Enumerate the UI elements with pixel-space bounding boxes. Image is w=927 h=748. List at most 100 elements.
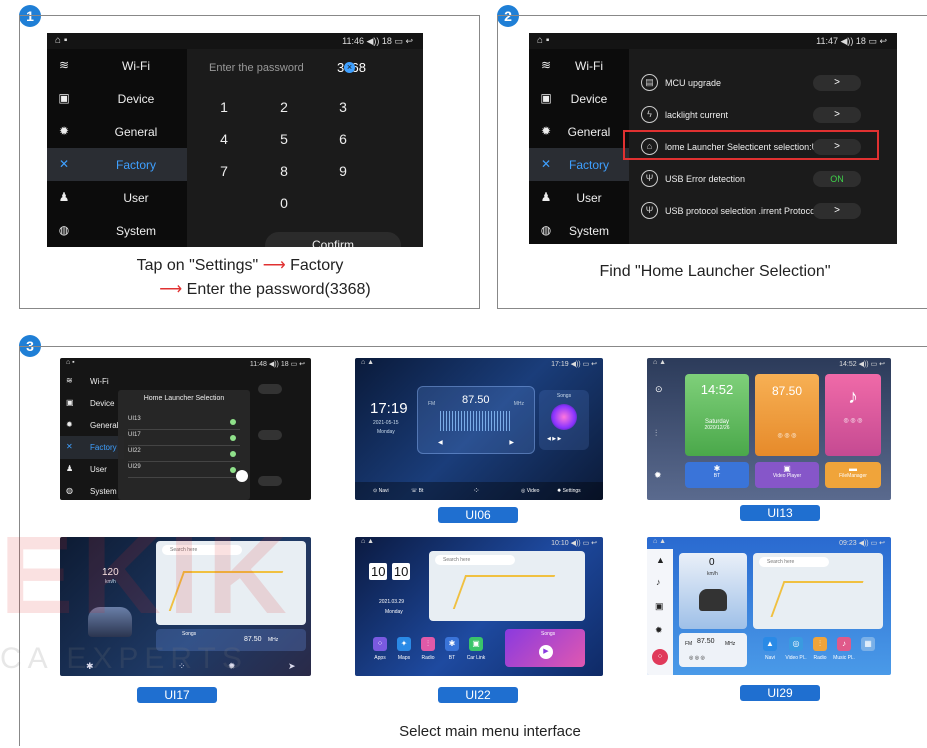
eq-icon[interactable]: ⫶	[655, 428, 657, 439]
key-5[interactable]: 5	[269, 131, 299, 147]
option-ui22[interactable]: UI22	[128, 448, 240, 462]
apps-icon[interactable]: ⁘	[373, 637, 387, 651]
sidebar-item-wifi[interactable]: ≋ Wi-Fi	[60, 370, 124, 393]
ui13-preview[interactable]: ⌂ ▲ 14:52 ◀)) ▭ ↩ ⊙ ⫶ ✹ 14:52 Saturday 20…	[647, 358, 891, 500]
home-icon[interactable]: ⌂ ▪	[537, 35, 549, 46]
maps-icon[interactable]: ✦	[397, 637, 411, 651]
video-app-icon[interactable]: ◎	[789, 637, 803, 651]
option-ui29[interactable]: UI29	[128, 464, 240, 478]
tiktok-icon[interactable]: ♪	[656, 577, 661, 587]
touch-pointer-icon	[236, 470, 248, 482]
key-7[interactable]: 7	[209, 163, 239, 179]
map-widget[interactable]: Search here	[753, 553, 883, 629]
search-bar[interactable]: Search here	[435, 555, 515, 565]
sidebar-item-system[interactable]: ◍ System	[529, 214, 629, 244]
bt-tile[interactable]: ✱ BT	[685, 462, 749, 488]
music-tile[interactable]: ♪ ◎ ◎ ◎	[825, 374, 881, 456]
radio-controls-icon: ◎ ◎ ◎	[689, 655, 705, 661]
music-widget[interactable]: Songs ◀ ▶ ▶	[539, 390, 589, 450]
radio-controls-icon: ◎ ◎ ◎	[777, 433, 797, 439]
radio-icon[interactable]: ⫶	[421, 637, 435, 651]
back-icon[interactable]: ↩	[405, 36, 413, 46]
sidebar-item-general[interactable]: ✹ General	[47, 115, 187, 148]
file-manager-tile[interactable]: ▬ FileManager	[825, 462, 881, 488]
apps-grid-icon[interactable]: ⁘	[473, 486, 480, 495]
music-app-icon[interactable]: ♪	[837, 637, 851, 651]
ui22-preview[interactable]: ⌂ ▲ 10:10 ◀)) ▭ ↩ 10 10 2021.03.29 Monday…	[355, 537, 603, 676]
key-4[interactable]: 4	[209, 131, 239, 147]
device-icon: ▣	[540, 91, 552, 105]
sidebar-item-general[interactable]: ✹ General	[60, 414, 124, 437]
navigation-icon[interactable]: ▲	[656, 555, 665, 565]
toggle-switch[interactable]: ON	[813, 171, 861, 187]
radio-widget[interactable]: FM 87.50 MHz ◀ ▶	[417, 386, 535, 454]
chevron-right-icon[interactable]: >	[813, 107, 861, 123]
back-icon[interactable]: ↩	[879, 36, 887, 46]
map-route	[452, 575, 556, 609]
option-ui13[interactable]: UI13	[128, 416, 240, 430]
gear-icon[interactable]: ✹	[655, 625, 663, 636]
key-2[interactable]: 2	[269, 99, 299, 115]
list-item-backlight-current[interactable]: ϟ lacklight current >	[629, 99, 897, 131]
sidebar-item-factory[interactable]: ✕ Factory	[529, 148, 629, 181]
key-8[interactable]: 8	[269, 163, 299, 179]
car-link-icon[interactable]: ▣	[469, 637, 483, 651]
map-widget[interactable]: Search here	[429, 551, 585, 621]
gear-icon[interactable]: ✹	[654, 470, 662, 481]
radio-widget[interactable]: FM 87.50 MHz ◎ ◎ ◎	[679, 633, 747, 667]
prev-icon[interactable]: ◀	[438, 439, 443, 446]
apps-grid-icon[interactable]: ⁘	[652, 649, 668, 665]
bluetooth-icon[interactable]: ✱	[445, 637, 459, 651]
sidebar-item-user[interactable]: ♟ User	[47, 181, 187, 214]
key-0[interactable]: 0	[269, 195, 299, 211]
sidebar-item-factory[interactable]: ✕ Factory	[60, 436, 124, 459]
key-9[interactable]: 9	[328, 163, 358, 179]
key-3[interactable]: 3	[328, 99, 358, 115]
music-widget[interactable]: Songs ▶	[505, 629, 585, 667]
left-rail: ▲ ♪ ▣ ✹ ⁘	[647, 549, 673, 675]
sidebar-item-device[interactable]: ▣ Device	[47, 82, 187, 115]
sidebar-item-system[interactable]: ◍ System	[47, 214, 187, 247]
sidebar-item-general[interactable]: ✹ General	[529, 115, 629, 148]
play-button-icon[interactable]: ▶	[539, 645, 553, 659]
list-item-usb-error-detection[interactable]: Ψ USB Error detection ON	[629, 163, 897, 195]
factory-list: ▤ MCU upgrade > ϟ lacklight current > ⌂ lome …	[623, 49, 897, 244]
clear-icon[interactable]: ×	[344, 62, 355, 73]
dock-bt[interactable]: ☏ Bt	[411, 488, 423, 494]
sidebar-item-wifi[interactable]: ≋ Wi-Fi	[529, 49, 629, 82]
clock-tile[interactable]: 14:52 Saturday 2020/12/26	[685, 374, 749, 456]
video-player-tile[interactable]: ▣ Video Player	[755, 462, 819, 488]
sidebar-item-factory[interactable]: ✕ Factory	[47, 148, 187, 181]
dock-settings[interactable]: ✹ Settings	[557, 488, 581, 494]
key-6[interactable]: 6	[328, 131, 358, 147]
sidebar-item-device[interactable]: ▣ Device	[60, 392, 124, 415]
radio-tile[interactable]: 87.50 ◎ ◎ ◎	[755, 374, 819, 456]
list-item-usb-protocol[interactable]: ΨUSB protocol selection .irrent Protocol…	[629, 195, 897, 227]
next-icon[interactable]: ▶	[509, 439, 514, 446]
camera-icon[interactable]: ▣	[655, 601, 664, 612]
ui06-preview[interactable]: ⌂ ▲ 17:19 ◀)) ▭ ↩ 17:19 2021-05-15 Monday…	[355, 358, 603, 500]
chevron-right-icon[interactable]: >	[813, 75, 861, 91]
extra-app-icon[interactable]: ▦	[861, 637, 875, 651]
sidebar-item-system[interactable]: ◍ System	[60, 480, 124, 500]
sidebar-item-wifi[interactable]: ≋ Wi-Fi	[47, 49, 187, 82]
location-icon[interactable]: ⊙	[655, 384, 663, 395]
navi-app-icon[interactable]: ▲	[763, 637, 777, 651]
password-screen: ⌂ ▪ 11:46 ◀)) 18 ▭ ↩ ≋ Wi-Fi ▣ Device ✹ Gen…	[47, 33, 423, 247]
dock-video[interactable]: ◎ Video	[521, 488, 539, 494]
ui29-preview[interactable]: ⌂ ▲ 09:23 ◀)) ▭ ↩ ▲ ♪ ▣ ✹ ⁘ 0 km/h Search…	[647, 537, 891, 675]
radio-app-icon[interactable]: ⫶	[813, 637, 827, 651]
arrow-icon: ⟶	[262, 257, 286, 274]
sidebar-item-user[interactable]: ♟ User	[529, 181, 629, 214]
dock-navi[interactable]: ⊙ Navi	[373, 488, 389, 494]
key-1[interactable]: 1	[209, 99, 239, 115]
search-bar[interactable]: Search here	[759, 557, 829, 567]
option-ui17[interactable]: UI17	[128, 432, 240, 446]
home-icon[interactable]: ⌂ ▪	[66, 359, 75, 366]
list-item-mcu-upgrade[interactable]: ▤ MCU upgrade >	[629, 67, 897, 99]
sidebar-item-user[interactable]: ♟ User	[60, 458, 124, 481]
confirm-button[interactable]: Confirm	[265, 232, 401, 247]
sidebar-item-device[interactable]: ▣ Device	[529, 82, 629, 115]
home-icon[interactable]: ⌂ ▪	[55, 35, 67, 46]
chevron-right-icon[interactable]: >	[813, 203, 861, 219]
